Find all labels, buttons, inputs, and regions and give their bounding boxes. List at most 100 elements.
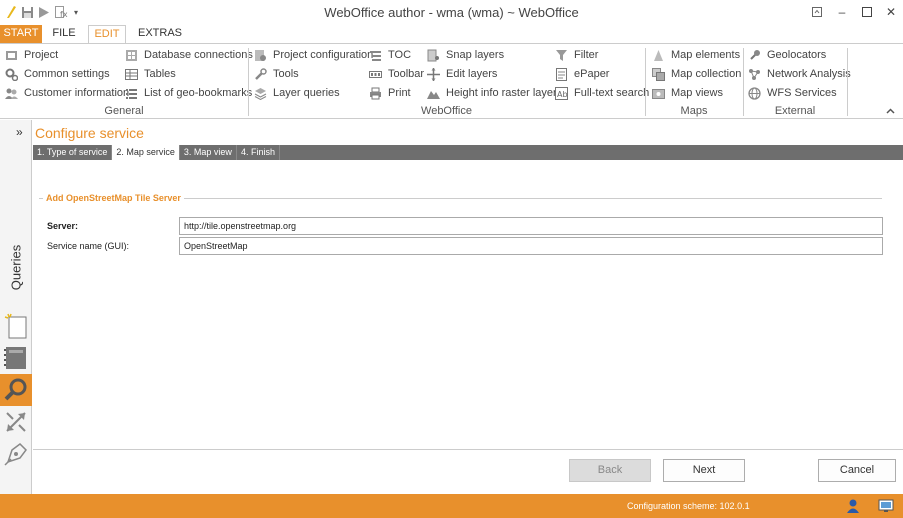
queries-label: Queries: [8, 244, 24, 291]
tab-extras[interactable]: EXTRAS: [138, 25, 182, 43]
network-icon: [748, 68, 761, 81]
pen-tool-icon[interactable]: [0, 438, 32, 470]
ribbon-full-text-search[interactable]: Ab Full-text search: [555, 85, 649, 101]
ribbon-snap-layers-label: Snap layers: [446, 49, 505, 61]
queries-panel-tab[interactable]: Queries: [2, 240, 30, 300]
epaper-icon: [555, 67, 568, 81]
status-bar: Configuration scheme: 102.0.1: [0, 494, 903, 518]
ribbon-map-elements[interactable]: Map elements: [652, 47, 740, 63]
printer-icon: [369, 87, 382, 100]
geolocator-pin-icon: [748, 49, 761, 62]
wizard-steps: 1. Type of service 2. Map service 3. Map…: [33, 145, 903, 160]
configuration-scheme-status: Configuration scheme: 102.0.1: [627, 501, 750, 511]
snap-layers-icon: [427, 49, 440, 62]
ribbon-network-analysis-label: Network Analysis: [767, 68, 851, 80]
ribbon-tables-label: Tables: [144, 68, 176, 80]
ribbon-toolbar-label: Toolbar: [388, 68, 425, 80]
list-icon: [125, 87, 138, 100]
ribbon-geo-bookmarks[interactable]: List of geo-bookmarks: [125, 85, 252, 101]
step-map-service[interactable]: 2. Map service: [112, 145, 180, 160]
ribbon-map-views[interactable]: Map views: [652, 85, 723, 101]
group-weboffice-label: WebOffice: [421, 105, 472, 117]
server-input[interactable]: [179, 217, 883, 235]
ribbon-network-analysis[interactable]: Network Analysis: [748, 66, 851, 82]
search-icon[interactable]: [0, 374, 32, 406]
expand-sidebar-button[interactable]: »: [16, 125, 23, 139]
ribbon-layer-queries[interactable]: Layer queries: [254, 85, 340, 101]
project-icon: [5, 49, 18, 62]
ribbon-map-collection[interactable]: Map collection: [652, 66, 741, 82]
ribbon-height-info[interactable]: Height info raster layers: [427, 85, 562, 101]
collapse-ribbon-icon[interactable]: [886, 106, 895, 117]
ribbon-tables[interactable]: Tables: [125, 66, 176, 82]
ribbon-full-text-search-label: Full-text search: [574, 87, 650, 99]
ribbon-wfs-services-label: WFS Services: [767, 87, 837, 99]
group-external-label: External: [774, 105, 816, 117]
ribbon-map-views-label: Map views: [671, 87, 723, 99]
menu-tabs: START FILE EDIT EXTRAS: [0, 25, 903, 43]
back-button[interactable]: Back: [569, 459, 651, 482]
notebook-icon[interactable]: [0, 342, 32, 374]
ribbon-tools[interactable]: Tools: [254, 66, 299, 82]
close-button[interactable]: ✕: [882, 3, 900, 21]
ribbon-project-label: Project: [24, 49, 59, 61]
minimize-button[interactable]: –: [833, 3, 851, 21]
full-text-search-icon: Ab: [555, 86, 568, 100]
ribbon-geolocators[interactable]: Geolocators: [748, 47, 826, 63]
user-icon[interactable]: [845, 498, 861, 514]
tab-file[interactable]: FILE: [50, 25, 78, 43]
svg-text:Ab: Ab: [557, 90, 568, 99]
filter-icon: [555, 49, 568, 62]
ribbon-toc-label: TOC: [388, 49, 412, 61]
ribbon-project-configuration-label: Project configuration: [273, 49, 374, 61]
ribbon-project[interactable]: Project: [5, 47, 58, 63]
ribbon-geo-bookmarks-label: List of geo-bookmarks: [144, 87, 253, 99]
tools-icon: [254, 67, 267, 81]
ribbon-epaper-label: ePaper: [574, 68, 610, 80]
tab-start[interactable]: START: [0, 25, 42, 43]
ribbon-project-configuration[interactable]: Project configuration: [254, 47, 373, 63]
ribbon: Project Common settings Customer informa…: [0, 43, 903, 119]
monitor-icon[interactable]: [878, 498, 894, 514]
ribbon-filter[interactable]: Filter: [555, 47, 598, 63]
ribbon-geolocators-label: Geolocators: [767, 49, 827, 61]
ribbon-height-info-label: Height info raster layers: [446, 87, 563, 99]
next-button[interactable]: Next: [663, 459, 745, 482]
ribbon-tools-label: Tools: [273, 68, 299, 80]
tab-edit[interactable]: EDIT: [88, 25, 126, 43]
group-general-label: General: [104, 105, 144, 117]
ribbon-toolbar[interactable]: Toolbar: [369, 66, 424, 82]
ribbon-database-connections[interactable]: Database connections: [125, 47, 253, 63]
map-views-icon: [652, 87, 665, 100]
step-map-view[interactable]: 3. Map view: [180, 145, 237, 160]
footer-divider: [33, 449, 903, 450]
table-icon: [125, 68, 138, 81]
service-name-input[interactable]: [179, 237, 883, 255]
ribbon-common-settings-label: Common settings: [24, 68, 110, 80]
main-panel: Configure service 1. Type of service 2. …: [33, 120, 903, 494]
database-icon: [125, 49, 138, 62]
ribbon-epaper[interactable]: ePaper: [555, 66, 609, 82]
maximize-button[interactable]: [858, 3, 876, 21]
mountain-icon: [427, 87, 440, 100]
ribbon-print[interactable]: Print: [369, 85, 411, 101]
ribbon-toc[interactable]: TOC: [369, 47, 411, 63]
new-document-icon[interactable]: [0, 310, 32, 342]
page-title: Configure service: [35, 125, 144, 141]
help-icon[interactable]: [808, 3, 826, 21]
cancel-button[interactable]: Cancel: [818, 459, 896, 482]
ribbon-database-connections-label: Database connections: [144, 49, 253, 61]
step-type-of-service[interactable]: 1. Type of service: [33, 145, 113, 160]
edit-layers-icon: [427, 67, 440, 81]
ribbon-customer-information[interactable]: Customer information: [5, 85, 129, 101]
ribbon-common-settings[interactable]: Common settings: [5, 66, 110, 82]
ribbon-snap-layers[interactable]: Snap layers: [427, 47, 504, 63]
ribbon-wfs-services[interactable]: WFS Services: [748, 85, 837, 101]
gears-icon: [5, 68, 19, 81]
move-arrows-icon[interactable]: [0, 406, 32, 438]
toolbar-icon: [369, 68, 382, 81]
ribbon-map-collection-label: Map collection: [671, 68, 742, 80]
ribbon-edit-layers[interactable]: Edit layers: [427, 66, 497, 82]
step-finish[interactable]: 4. Finish: [237, 145, 280, 160]
ribbon-layer-queries-label: Layer queries: [273, 87, 340, 99]
